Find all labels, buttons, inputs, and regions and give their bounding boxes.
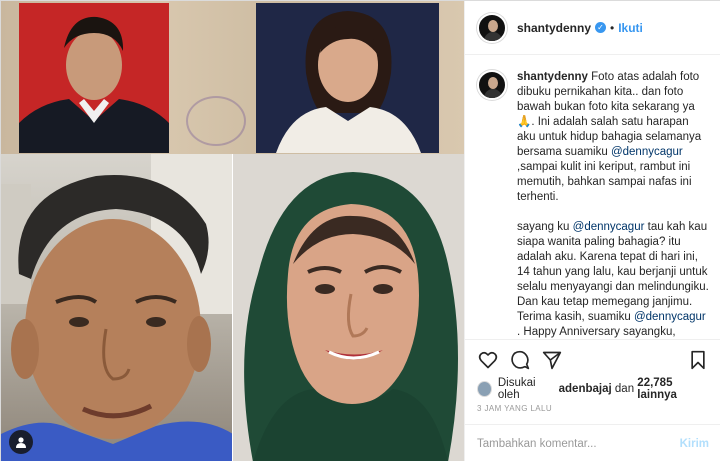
- action-icons-row: [477, 340, 709, 380]
- wife-selfie: [233, 154, 464, 461]
- post-actions: Disukai oleh adenbajaj dan 22,785 lainny…: [465, 339, 720, 424]
- groom-id-photo: [19, 3, 169, 153]
- bookmark-icon[interactable]: [687, 349, 709, 371]
- post-header: shantydenny ✓ • Ikuti: [465, 1, 720, 55]
- comment-form: Kirim: [465, 424, 720, 461]
- likes-count[interactable]: 22,785 lainnya: [637, 377, 709, 401]
- caption-paragraph-2-mid: tau kah kau siapa wanita paling bahagia?…: [517, 221, 709, 323]
- liker-avatar[interactable]: [477, 381, 492, 397]
- caption-paragraph-2-start: sayang ku: [517, 221, 570, 233]
- heart-icon[interactable]: [477, 349, 499, 371]
- caption-row: shantydenny Foto atas adalah foto dibuku…: [477, 70, 709, 339]
- user-tag-icon[interactable]: [9, 430, 33, 454]
- caption-section: shantydenny Foto atas adalah foto dibuku…: [465, 56, 720, 339]
- mention-link[interactable]: @dennycagur: [634, 311, 706, 323]
- bride-id-photo: [256, 3, 439, 153]
- instagram-post: shantydenny ✓ • Ikuti shantydenny Foto a…: [0, 0, 720, 461]
- comment-input[interactable]: [477, 437, 680, 450]
- header-separator: •: [610, 20, 615, 35]
- caption-paragraph-1: Foto atas adalah foto dibuku pernikahan …: [517, 71, 702, 158]
- caption-avatar[interactable]: [477, 70, 507, 100]
- husband-selfie: [1, 154, 233, 461]
- profile-username[interactable]: shantydenny: [517, 21, 591, 35]
- likes-prefix: Disukai oleh: [497, 377, 536, 401]
- post-side-panel: shantydenny ✓ • Ikuti shantydenny Foto a…: [464, 1, 720, 461]
- share-icon[interactable]: [541, 349, 563, 371]
- comment-icon[interactable]: [509, 349, 531, 371]
- official-stamp: [186, 96, 246, 146]
- post-comment-button[interactable]: Kirim: [680, 438, 709, 450]
- caption-paragraph-1-end: ,sampai kulit ini keriput, rambut ini me…: [517, 161, 692, 203]
- verified-badge-icon: ✓: [595, 22, 607, 33]
- likes-conjunction: dan: [614, 383, 635, 395]
- post-timestamp[interactable]: 3 JAM YANG LALU: [477, 404, 709, 413]
- caption-username[interactable]: shantydenny: [517, 71, 588, 83]
- wedding-book-photo: [1, 1, 464, 154]
- post-image-collage[interactable]: [1, 1, 464, 461]
- mention-link[interactable]: @dennycagur: [573, 221, 645, 233]
- profile-avatar[interactable]: [477, 12, 507, 43]
- follow-button[interactable]: Ikuti: [618, 21, 643, 35]
- caption-text: shantydenny Foto atas adalah foto dibuku…: [517, 70, 709, 339]
- liker-username[interactable]: adenbajaj: [559, 383, 612, 395]
- caption-paragraph-2-end: . Happy Anniversary sayangku, cintaku, h…: [517, 326, 676, 338]
- mention-link[interactable]: @dennycagur: [611, 146, 683, 158]
- likes-summary: Disukai oleh adenbajaj dan 22,785 lainny…: [477, 377, 709, 401]
